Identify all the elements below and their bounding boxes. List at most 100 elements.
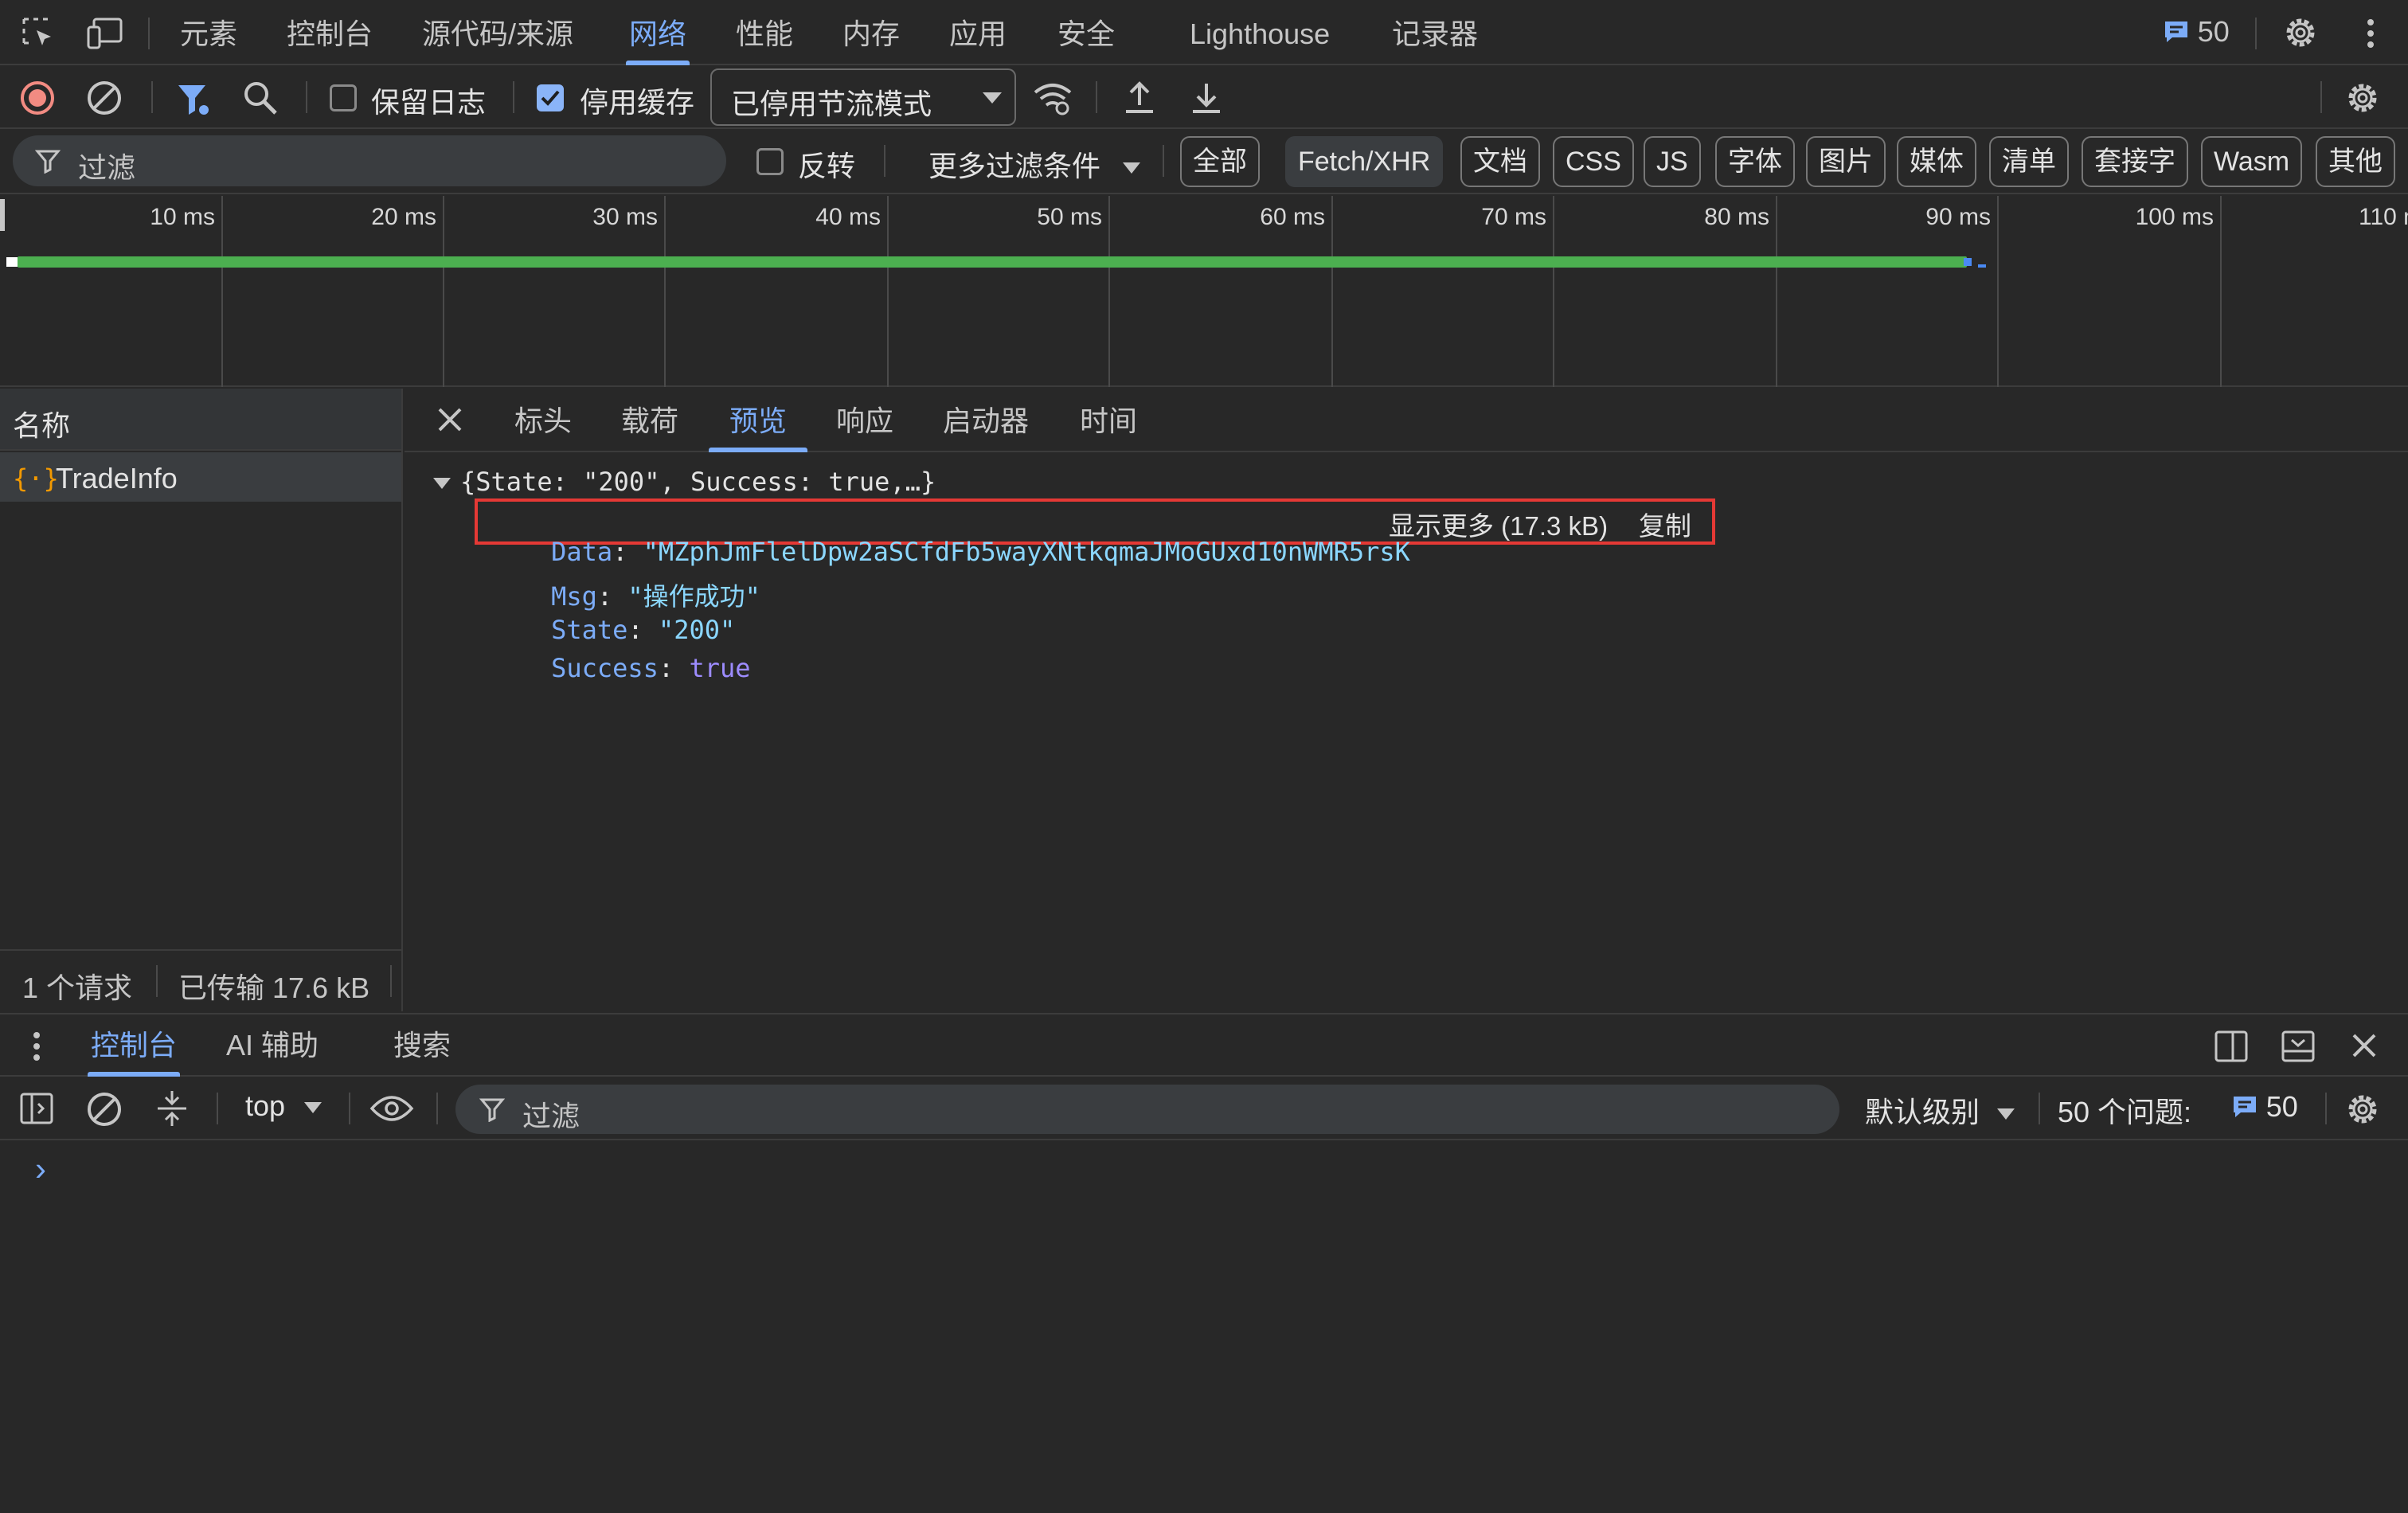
filter-type-fetch-xhr[interactable]: Fetch/XHR [1285,136,1444,187]
export-har-icon[interactable] [1188,80,1225,116]
close-drawer-icon[interactable] [2351,1032,2378,1059]
grid-line [1108,196,1110,387]
request-count: 1 个请求 [22,972,133,1004]
invert-checkbox[interactable] [756,148,784,175]
timeline-tick: 10 ms [150,204,215,230]
tab-timing[interactable]: 时间 [1080,389,1137,452]
divider [436,1093,438,1124]
timeline-tick: 90 ms [1925,204,1991,230]
transferred-size: 已传输 17.6 kB [178,972,370,1004]
console-settings-gear-icon[interactable] [2344,1091,2381,1128]
drawer-tab-ai-assistance[interactable]: AI 辅助 [226,1015,319,1077]
search-icon[interactable] [242,80,279,116]
issues-badge[interactable]: 50 [2163,14,2230,51]
tab-console[interactable]: 控制台 [287,0,373,65]
tab-memory[interactable]: 内存 [842,0,900,65]
drawer-tab-bar: 控制台 AI 辅助 搜索 [0,1013,2408,1077]
console-issues-badge[interactable]: 50 [2231,1089,2298,1124]
tab-network[interactable]: 网络 [625,0,690,65]
timeline-tick: 110 ms [2359,204,2408,230]
invert-label: 反转 [798,150,856,182]
expand-triangle-icon[interactable] [433,478,451,489]
filter-placeholder: 过滤 [78,151,136,184]
close-detail-icon[interactable] [436,406,463,433]
tab-elements[interactable]: 元素 [180,0,237,65]
issues-count: 50 [2197,14,2230,48]
timeline-tick: 20 ms [371,204,436,230]
context-selector[interactable]: top [245,1089,322,1123]
filter-type-other[interactable]: 其他 [2316,136,2395,187]
live-expression-eye-icon[interactable] [369,1094,414,1123]
timeline-tick: 100 ms [2135,204,2214,230]
network-conditions-icon[interactable] [1032,81,1073,116]
filter-type-css[interactable]: CSS [1553,136,1634,187]
tab-recorder[interactable]: 记录器 [1392,0,1478,65]
timeline-request-start [6,257,18,267]
console-toolbar: top 过滤 默认级别 50 个问题: 50 [0,1078,2408,1140]
tab-headers[interactable]: 标头 [514,389,572,452]
log-level-value: 默认级别 [1865,1096,1980,1128]
filter-type-socket[interactable]: 套接字 [2082,136,2188,187]
tab-lighthouse[interactable]: Lighthouse [1190,0,1330,65]
grid-line [443,196,444,387]
success-row[interactable]: Success: true [490,623,750,713]
filter-type-wasm[interactable]: Wasm [2201,136,2303,187]
show-more-button[interactable]: 显示更多 (17.3 kB) [1389,505,1608,543]
network-settings-gear-icon[interactable] [2344,80,2381,116]
request-name: TradeInfo [56,462,178,495]
caret-down-icon [1997,1108,2015,1120]
checkmark-icon [541,90,560,106]
request-list-header[interactable]: 名称 [0,389,401,451]
preserve-log-checkbox[interactable] [330,84,357,111]
collapse-groups-icon[interactable] [154,1089,190,1128]
more-filters-dropdown[interactable]: 更多过滤条件 [928,143,1141,185]
tab-sources[interactable]: 源代码/来源 [422,0,573,65]
clear-icon[interactable] [86,80,123,116]
funnel-icon [479,1097,505,1122]
request-list-panel: 名称 {·} TradeInfo [0,389,403,1011]
dock-side-icon[interactable] [2214,1029,2249,1064]
log-level-dropdown[interactable]: 默认级别 [1865,1089,2015,1131]
filter-type-all[interactable]: 全部 [1180,136,1260,187]
inspect-element-icon[interactable] [21,16,56,51]
copy-button[interactable]: 复制 [1639,505,1691,543]
filter-type-media[interactable]: 媒体 [1897,136,1976,187]
filter-type-img[interactable]: 图片 [1806,136,1886,187]
stop-recording-icon[interactable] [19,80,56,116]
filter-input[interactable]: 过滤 [13,135,726,186]
drawer-tab-console[interactable]: 控制台 [87,1015,181,1077]
tab-initiator[interactable]: 启动器 [943,389,1029,452]
tab-preview[interactable]: 预览 [708,389,808,452]
device-toolbar-icon[interactable] [86,16,124,51]
tab-performance[interactable]: 性能 [736,0,793,65]
drawer-menu-icon[interactable] [32,1030,41,1062]
filter-type-doc[interactable]: 文档 [1460,136,1540,187]
disable-cache-checkbox[interactable] [537,84,564,111]
divider [156,965,158,997]
filter-type-font[interactable]: 字体 [1715,136,1795,187]
settings-gear-icon[interactable] [2282,14,2319,51]
json-root-summary[interactable]: {State: "200", Success: true,…} [460,467,936,497]
tab-security[interactable]: 安全 [1057,0,1115,65]
console-output[interactable]: › [0,1142,2408,1513]
disable-cache-label: 停用缓存 [580,86,695,119]
tab-payload[interactable]: 载荷 [621,389,678,452]
divider [2325,1093,2327,1124]
divider [349,1093,350,1124]
dock-bottom-icon[interactable] [2281,1029,2316,1064]
console-sidebar-icon[interactable] [19,1091,54,1126]
filter-type-js[interactable]: JS [1644,136,1701,187]
clear-console-icon[interactable] [86,1091,123,1128]
request-row[interactable]: {·} TradeInfo [0,452,401,502]
console-filter-input[interactable]: 过滤 [455,1085,1839,1134]
tab-response[interactable]: 响应 [836,389,893,452]
throttle-select[interactable]: 已停用节流模式 [710,68,1016,126]
drawer-tab-search[interactable]: 搜索 [393,1015,451,1077]
filter-icon[interactable] [175,81,212,118]
tab-application[interactable]: 应用 [949,0,1007,65]
filter-type-manifest[interactable]: 清单 [1989,136,2069,187]
timeline-tick: 80 ms [1704,204,1769,230]
timeline-left-handle[interactable] [0,199,5,231]
more-options-icon[interactable] [2365,16,2376,51]
import-har-icon[interactable] [1121,80,1158,116]
